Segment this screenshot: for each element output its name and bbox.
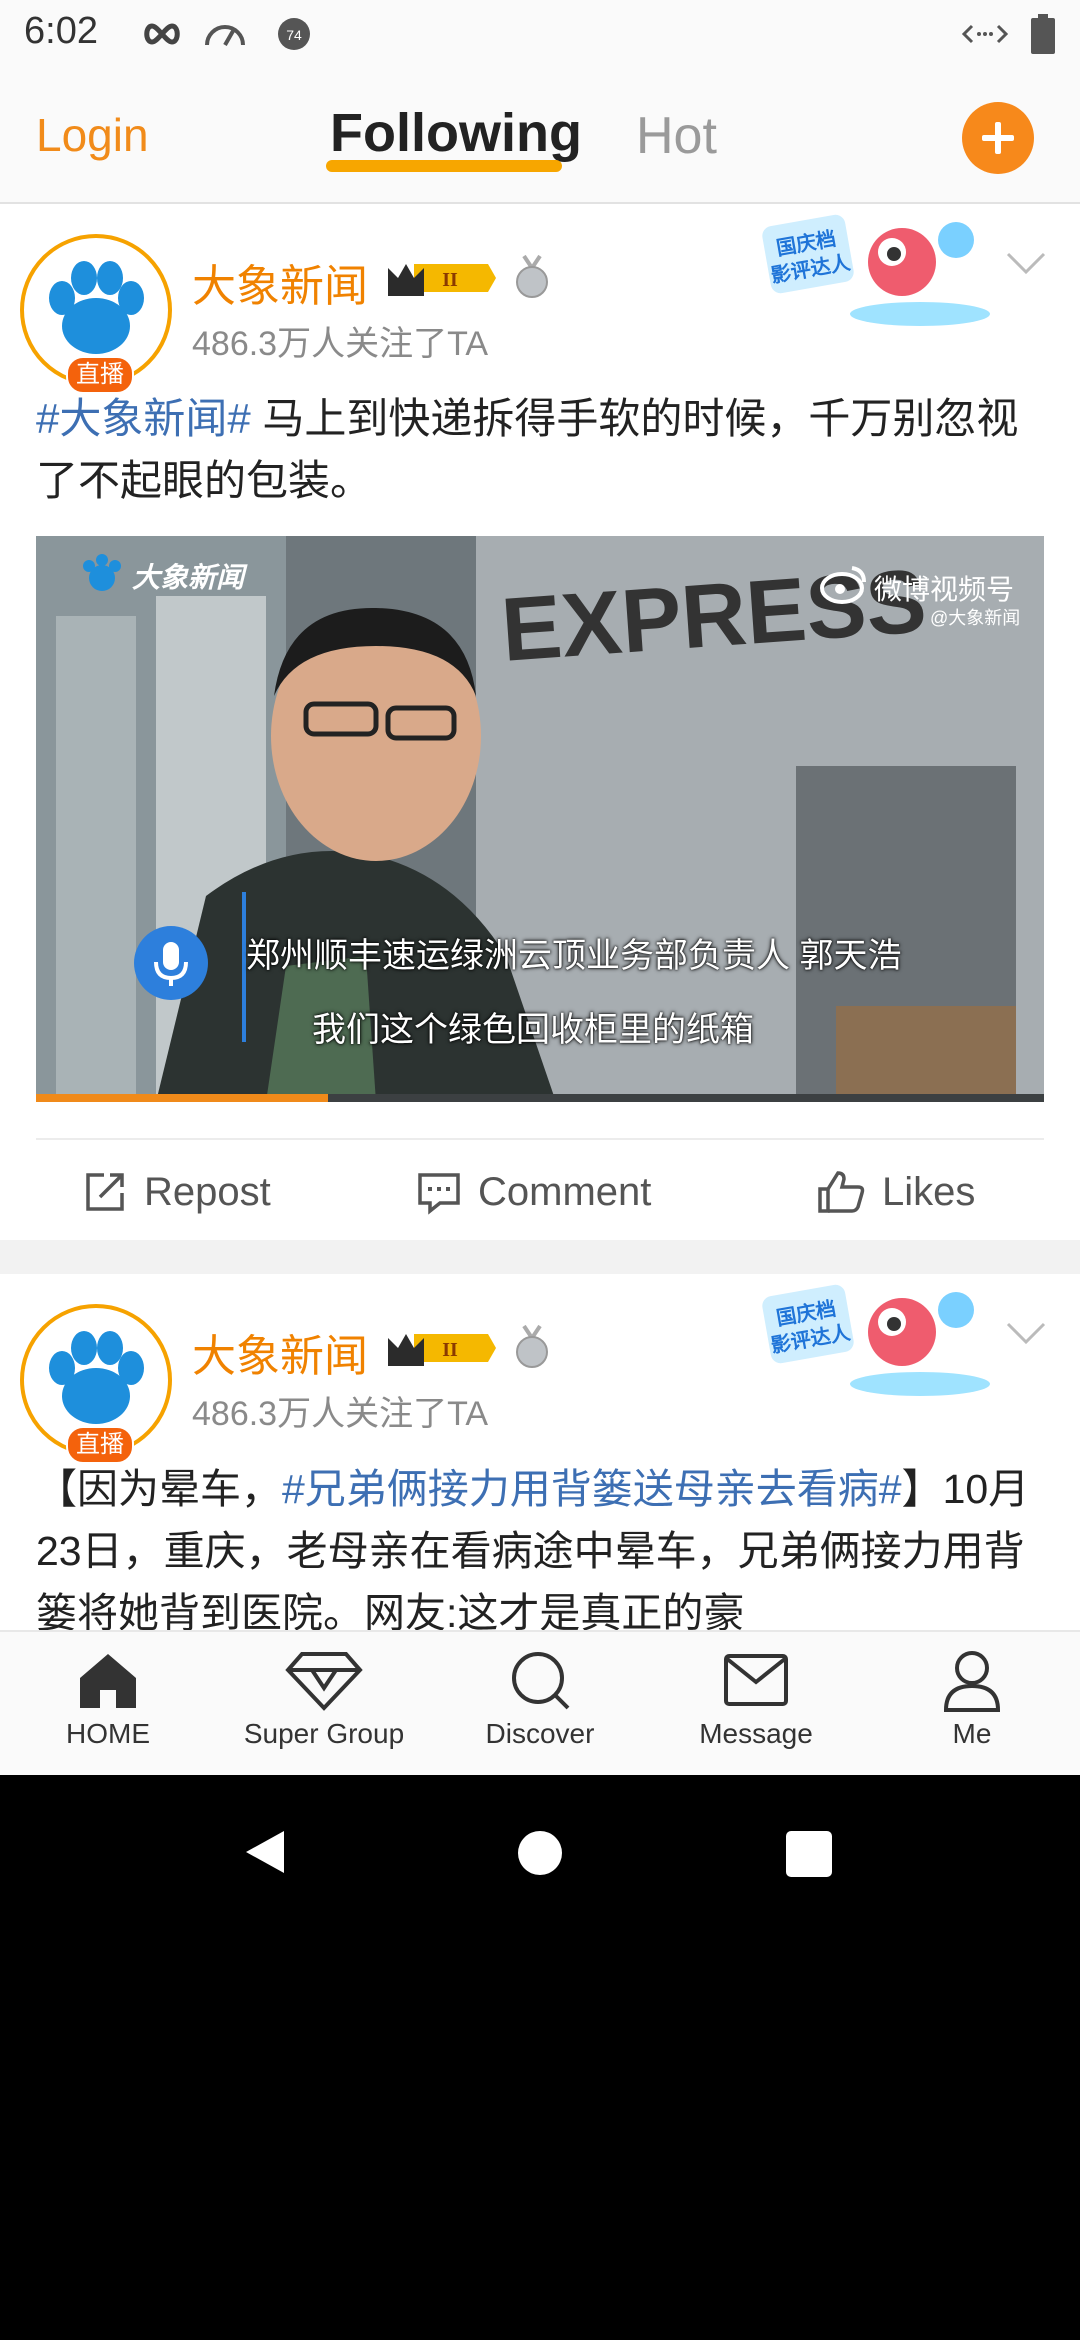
paw-logo-icon <box>34 1318 158 1442</box>
campaign-badge-icon[interactable]: 国庆档 影评达人 <box>760 1280 1000 1398</box>
follower-count: 486.3万人关注了TA <box>192 1395 489 1433</box>
status-time: 6:02 <box>24 10 98 52</box>
post-body-prefix: 【因为晕车， <box>36 1466 282 1512</box>
microphone-icon <box>134 926 208 1005</box>
nav-me-label: Me <box>952 1718 992 1749</box>
post-text: 【因为晕车，#兄弟俩接力用背篓送母亲去看病#】10月23日，重庆，老母亲在看病途… <box>36 1458 1046 1644</box>
thumbs-up-icon <box>818 1171 865 1213</box>
video-subtitle-speaker: 郑州顺丰速运绿洲云顶业务部负责人 郭天浩 <box>246 937 902 975</box>
video-logo-watermark: 大象新闻 <box>132 562 245 593</box>
video-progress-track[interactable] <box>36 1094 1044 1102</box>
nav-message-label: Message <box>699 1718 813 1749</box>
envelope-icon <box>724 1654 788 1706</box>
feed-post: 直播 大象新闻 II 486.3万人关注了TA 国庆档 影评达人 #大象新闻# … <box>0 204 1080 1240</box>
tab-following[interactable]: Following <box>330 102 582 164</box>
svg-text:II: II <box>442 1339 458 1361</box>
tab-hot[interactable]: Hot <box>636 106 717 166</box>
data-sync-icon <box>962 14 1008 54</box>
likes-label: Likes <box>882 1169 976 1214</box>
home-circle-icon[interactable] <box>516 1829 564 1882</box>
active-tab-indicator <box>326 160 562 172</box>
status-bar: 6:02 74 <box>0 0 1080 72</box>
system-navigation-bar <box>0 1775 1080 1940</box>
nav-home-label: HOME <box>66 1718 150 1749</box>
post-hashtag[interactable]: #兄弟俩接力用背篓送母亲去看病# <box>282 1466 902 1512</box>
paw-watermark-icon <box>80 552 124 601</box>
speedometer-icon <box>202 14 248 54</box>
comment-icon <box>418 1173 460 1215</box>
weibo-video-watermark: 微博视频号 <box>874 574 1015 605</box>
nav-message[interactable]: Message <box>648 1648 864 1768</box>
nav-super-group[interactable]: Super Group <box>216 1648 432 1768</box>
weibo-handle-watermark: @大象新闻 <box>930 608 1021 628</box>
nav-discover[interactable]: Discover <box>432 1648 648 1768</box>
feed-post: 直播 大象新闻 II 486.3万人关注了TA 国庆档 影评达人 【因为晕车，#… <box>0 1274 1080 1674</box>
nav-super-group-label: Super Group <box>243 1718 405 1749</box>
paw-logo-icon <box>34 248 158 372</box>
top-navigation: Login Following Hot <box>0 72 1080 204</box>
comment-label: Comment <box>478 1169 652 1214</box>
author-name[interactable]: 大象新闻 <box>192 1320 368 1384</box>
vip-crown-icon: II <box>384 256 496 300</box>
recents-square-icon[interactable] <box>786 1831 832 1882</box>
medal-icon <box>512 1324 552 1370</box>
medal-icon <box>512 254 552 300</box>
infinity-icon <box>140 14 184 54</box>
chevron-down-icon[interactable] <box>1004 1318 1048 1348</box>
like-button[interactable]: Likes <box>816 1162 975 1222</box>
campaign-badge-icon[interactable]: 国庆档 影评达人 <box>760 210 1000 328</box>
post-text: #大象新闻# 马上到快递拆得手软的时候，千万别忽视了不起眼的包装。 <box>36 388 1046 512</box>
repost-icon <box>86 1173 124 1211</box>
notification-count-icon: 74 <box>276 14 312 54</box>
video-player[interactable]: EXPRESS 大象新闻 微博视频号 @大象新闻 郑州顺丰速运绿洲云顶业务部负责… <box>36 536 1044 1102</box>
follower-count: 486.3万人关注了TA <box>192 325 489 363</box>
nav-home[interactable]: HOME <box>0 1648 216 1768</box>
repost-label: Repost <box>144 1169 271 1214</box>
author-name[interactable]: 大象新闻 <box>192 250 368 314</box>
svg-text:II: II <box>442 269 458 291</box>
compose-plus-button[interactable] <box>962 102 1034 174</box>
video-progress-fill <box>36 1094 329 1102</box>
search-icon <box>512 1652 570 1710</box>
chevron-down-icon[interactable] <box>1004 248 1048 278</box>
avatar[interactable]: 直播 <box>20 234 172 394</box>
nav-discover-label: Discover <box>485 1718 595 1749</box>
svg-text:74: 74 <box>286 27 302 43</box>
video-subtitle-text: 我们这个绿色回收柜里的纸箱 <box>312 1011 754 1049</box>
battery-icon <box>1030 14 1056 54</box>
back-icon[interactable] <box>240 1827 290 1882</box>
post-hashtag[interactable]: #大象新闻# <box>36 395 251 442</box>
comment-button[interactable]: Comment <box>416 1162 651 1222</box>
home-icon <box>80 1654 136 1708</box>
vip-crown-icon: II <box>384 1326 496 1370</box>
person-icon <box>943 1651 1001 1712</box>
app-screen: 6:02 74 Login Following Hot 直播 大象新闻 II 4… <box>0 0 1080 1775</box>
weibo-logo-icon <box>820 564 868 609</box>
login-link[interactable]: Login <box>36 108 149 162</box>
repost-button[interactable]: Repost <box>82 1162 271 1222</box>
bottom-navigation: HOME Super Group Discover Message Me <box>0 1630 1080 1775</box>
nav-me[interactable]: Me <box>864 1648 1080 1768</box>
avatar[interactable]: 直播 <box>20 1304 172 1464</box>
diamond-icon <box>285 1652 363 1711</box>
post-actions: Repost Comment Likes <box>36 1138 1044 1250</box>
